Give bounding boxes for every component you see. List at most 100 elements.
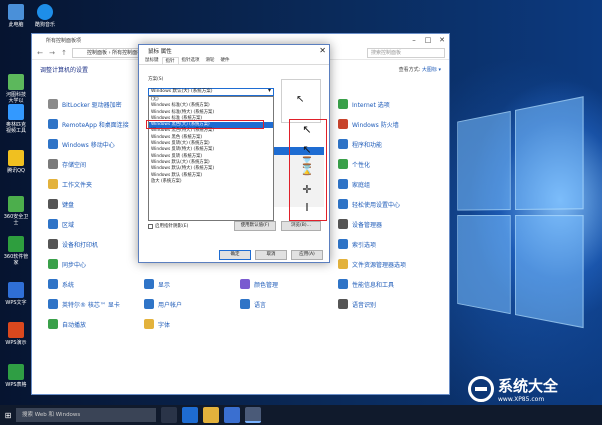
view-by-label: 查看方式: (398, 66, 421, 73)
control-panel-item-icon (48, 119, 58, 129)
task-view-icon[interactable] (161, 407, 177, 423)
control-panel-item-icon (338, 139, 348, 149)
control-panel-item-label: 文件资源管理器选项 (352, 261, 407, 269)
shadow-checkbox[interactable]: 启用指针阴影(E) (148, 223, 188, 229)
control-panel-item[interactable]: 索引选项 (338, 238, 376, 250)
desktop-icon[interactable]: 此电脑 (3, 4, 29, 28)
control-panel-item[interactable]: 设备管理器 (338, 218, 382, 230)
desktop-icon[interactable]: 奥林匹克 视频工具 (3, 104, 29, 134)
desktop-icon[interactable]: 360安全卫士 (3, 196, 29, 226)
control-panel-item[interactable]: 区域 (48, 218, 74, 230)
control-panel-item-icon (48, 199, 58, 209)
store-icon[interactable] (224, 407, 240, 423)
control-panel-item[interactable]: Windows 防火墙 (338, 118, 399, 130)
control-panel-item-icon (240, 299, 250, 309)
control-panel-item[interactable]: 显示 (144, 278, 170, 290)
control-panel-item[interactable]: 存储空间 (48, 158, 86, 170)
up-icon[interactable]: ↑ (60, 49, 68, 57)
dialog-close-icon[interactable]: ✕ (319, 46, 326, 55)
use-default-button[interactable]: 使用默认值(F) (234, 221, 276, 231)
back-icon[interactable]: ← (36, 49, 44, 57)
control-panel-item-icon (48, 99, 58, 109)
desktop-icon-label: 酷狗音乐 (34, 22, 55, 28)
control-panel-item-label: 设备和打印机 (62, 241, 99, 249)
control-panel-item[interactable]: 英特尔® 核芯™ 显卡 (48, 298, 120, 310)
control-panel-item-label: 颜色管理 (254, 281, 279, 289)
file-explorer-icon[interactable] (203, 407, 219, 423)
watermark-name: 系统大全 (498, 377, 559, 395)
cancel-button[interactable]: 取消 (255, 250, 287, 260)
control-panel-item[interactable]: 字体 (144, 318, 170, 330)
control-panel-item[interactable]: 用户帐户 (144, 298, 182, 310)
control-panel-item[interactable]: 颜色管理 (240, 278, 278, 290)
desktop-icon[interactable]: 360软件管家 (3, 236, 29, 266)
control-panel-item-label: 英特尔® 核芯™ 显卡 (62, 301, 120, 309)
desktop-icon[interactable]: 河图科技 大学以 (3, 74, 29, 104)
apply-button[interactable]: 应用(A) (291, 250, 323, 260)
control-panel-item[interactable]: 程序和功能 (338, 138, 382, 150)
pointer-preview: ↖ (281, 79, 321, 123)
desktop-icon[interactable]: WPS文字 (3, 282, 29, 306)
edge-icon[interactable] (182, 407, 198, 423)
control-panel-item-label: 语音识别 (352, 301, 377, 309)
control-panel-item[interactable]: 轻松使用设置中心 (338, 198, 400, 210)
maximize-button[interactable]: □ (421, 34, 435, 46)
desktop-app-icon (8, 282, 24, 298)
control-panel-item[interactable]: 系统 (48, 278, 74, 290)
view-by[interactable]: 查看方式: 大图标 ▾ (399, 66, 441, 73)
control-panel-taskbar-icon[interactable] (245, 407, 261, 423)
control-panel-item-icon (338, 299, 348, 309)
control-panel-item[interactable]: 键盘 (48, 198, 74, 210)
close-button[interactable]: ✕ (435, 34, 449, 46)
browse-button[interactable]: 浏览(B)... (281, 221, 321, 231)
desktop-icon[interactable]: WPS演示 (3, 322, 29, 346)
taskbar-search[interactable]: 搜索 Web 和 Windows (16, 408, 156, 422)
minimize-button[interactable]: – (407, 34, 421, 46)
control-panel-item-icon (48, 179, 58, 189)
tab-2[interactable]: 指针 (161, 57, 179, 64)
control-panel-item[interactable]: 家庭组 (338, 178, 370, 190)
cursor-preview-icon: ⌛ (300, 163, 314, 176)
tab-5[interactable]: 硬件 (218, 57, 233, 64)
desktop-icon[interactable]: WPS表格 (3, 364, 29, 388)
control-panel-item-icon (48, 239, 58, 249)
taskbar: ⊞ 搜索 Web 和 Windows (0, 405, 602, 425)
control-panel-item-label: BitLocker 驱动器加密 (62, 101, 122, 109)
control-panel-item-icon (338, 279, 348, 289)
tab-4[interactable]: 滑轮 (203, 57, 218, 64)
control-panel-item[interactable]: 性能信息和工具 (338, 278, 394, 290)
control-panel-item-icon (338, 239, 348, 249)
cursor-preview-column: ↖ ↖⌛ ⌛ ✛ I (293, 121, 325, 221)
watermark-logo (468, 376, 494, 402)
tab-3[interactable]: 指针选项 (179, 57, 203, 64)
desktop-icon[interactable]: 腾讯QQ (3, 150, 29, 174)
control-panel-item[interactable]: Windows 移动中心 (48, 138, 115, 150)
ok-button[interactable]: 确定 (219, 250, 251, 260)
control-panel-item[interactable]: 自动播放 (48, 318, 86, 330)
control-panel-item[interactable]: 个性化 (338, 158, 370, 170)
checkbox-box[interactable] (148, 223, 153, 229)
control-panel-item-icon (48, 259, 58, 269)
start-button[interactable]: ⊞ (0, 405, 16, 425)
control-panel-item[interactable]: 工作文件夹 (48, 178, 92, 190)
control-panel-item[interactable]: RemoteApp 和桌面连接 (48, 118, 129, 130)
scheme-dropdown-list: (无) Windows 标准(大) (系统方案) Windows 标准(特大) (系… (148, 96, 274, 221)
control-panel-item-icon (48, 299, 58, 309)
forward-icon[interactable]: → (48, 49, 56, 57)
control-panel-item[interactable]: 文件资源管理器选项 (338, 258, 406, 270)
tab-1[interactable]: 鼠标键 (142, 57, 162, 64)
control-panel-item[interactable]: BitLocker 驱动器加密 (48, 98, 122, 110)
control-panel-item[interactable]: Internet 选项 (338, 98, 390, 110)
desktop-app-icon (8, 150, 24, 166)
desktop-icon-label: WPS文字 (5, 300, 27, 306)
control-panel-item[interactable]: 语言 (240, 298, 266, 310)
desktop-icon-kugou[interactable]: 酷狗音乐 (32, 4, 58, 28)
control-panel-item[interactable]: 同步中心 (48, 258, 86, 270)
search-input[interactable]: 搜索控制面板 (367, 47, 445, 58)
scheme-option[interactable]: 放大 (系统方案) (149, 179, 273, 185)
watermark: 系统大全 www.XP85.com (468, 375, 558, 403)
scheme-select[interactable]: Windows 默认(大) (系统方案) (148, 88, 274, 96)
control-panel-item[interactable]: 语音识别 (338, 298, 376, 310)
control-panel-item[interactable]: 设备和打印机 (48, 238, 98, 250)
view-by-value[interactable]: 大图标 ▾ (422, 67, 441, 73)
